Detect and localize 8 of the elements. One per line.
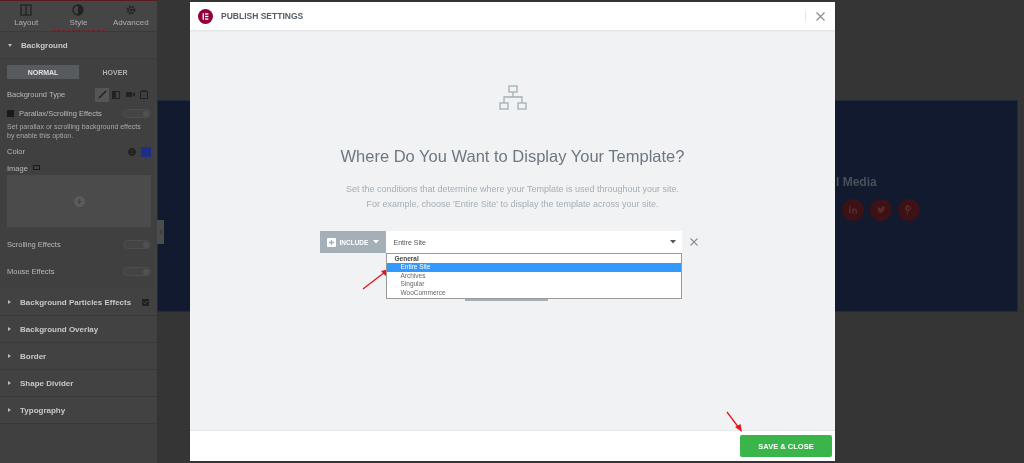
panel-tab[interactable]: Advanced xyxy=(104,1,157,31)
panel-tab[interactable]: Style xyxy=(52,1,105,31)
dialog-title: PUBLISH SETTINGS xyxy=(221,11,304,21)
panel-tab[interactable]: Layout xyxy=(0,1,53,31)
dialog-description: Set the conditions that determine where your Template is used throughout your site. xyxy=(346,183,679,196)
section-heading: l Media xyxy=(836,175,878,189)
dialog-heading: Where Do You Want to Display Your Template? xyxy=(340,147,685,166)
dialog-description: For example, choose 'Entire Site' to display the template across your site. xyxy=(366,198,659,211)
